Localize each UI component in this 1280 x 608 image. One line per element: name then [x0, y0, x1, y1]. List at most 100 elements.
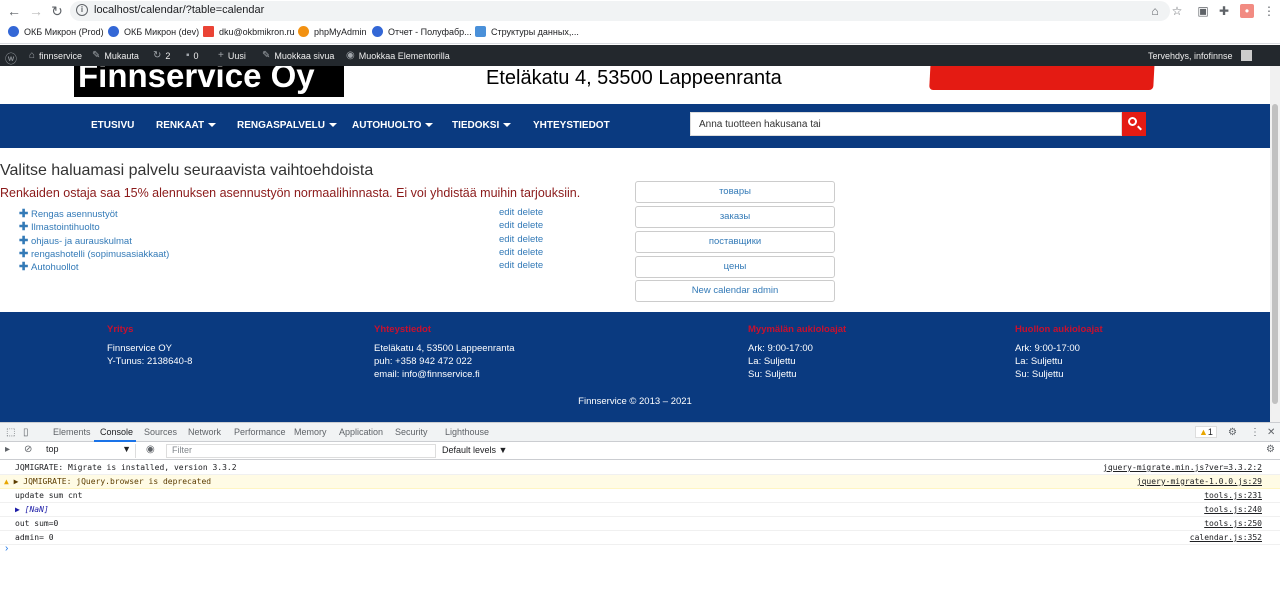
- console-filter-input[interactable]: Filter: [166, 444, 436, 458]
- service-link[interactable]: ✚ Rengas asennustyöt: [19, 207, 118, 220]
- wp-account-menu[interactable]: Tervehdys, infofinnse: [1148, 50, 1252, 61]
- tab-elements[interactable]: Elements: [53, 427, 91, 437]
- sidebar-toggle-icon[interactable]: ▸: [5, 444, 10, 455]
- wp-customize-link[interactable]: ✎ Mukauta: [92, 50, 139, 61]
- source-link[interactable]: tools.js:250: [1204, 517, 1262, 530]
- console-prompt[interactable]: ›: [5, 543, 8, 554]
- close-icon[interactable]: ✕: [1267, 427, 1275, 438]
- star-icon[interactable]: ☆: [1170, 4, 1184, 18]
- forward-icon[interactable]: →: [28, 3, 44, 19]
- delete-link[interactable]: delete: [517, 247, 543, 258]
- log-levels-select[interactable]: Default levels ▼: [442, 445, 507, 455]
- delete-link[interactable]: delete: [517, 234, 543, 245]
- nav-item-etusivu[interactable]: ETUSIVU: [91, 120, 134, 131]
- bookmark-item[interactable]: ОКБ Микрон (dev): [108, 26, 199, 37]
- caret-down-icon: [208, 123, 217, 128]
- footer-heading: Yhteystiedot: [374, 324, 432, 335]
- menu-icon[interactable]: ⋮: [1262, 4, 1276, 18]
- service-link[interactable]: ✚ ohjaus- ja aurauskulmat: [19, 234, 132, 247]
- console-toolbar: ▸ ⊘ top ▼ ◉ Filter Default levels ▼ ⚙: [0, 442, 1280, 460]
- service-link[interactable]: ✚ rengashotelli (sopimusasiakkaat): [19, 247, 169, 260]
- source-link[interactable]: jquery-migrate-1.0.0.js:29: [1137, 475, 1262, 488]
- orders-button[interactable]: заказы: [635, 206, 835, 228]
- reload-icon[interactable]: ↻: [49, 3, 65, 19]
- site-header: Finnservice Oy Eteläkatu 4, 53500 Lappee…: [0, 66, 1270, 104]
- tab-lighthouse[interactable]: Lighthouse: [445, 427, 489, 437]
- inspect-icon[interactable]: ⬚: [6, 427, 15, 438]
- scroll-thumb[interactable]: [1272, 104, 1278, 404]
- tab-memory[interactable]: Memory: [294, 427, 327, 437]
- copyright: Finnservice © 2013 – 2021: [578, 396, 692, 407]
- footer-email-link[interactable]: email: info@finnservice.fi: [374, 369, 480, 380]
- bookmark-item[interactable]: Отчет - Полуфабр...: [372, 26, 472, 37]
- source-link[interactable]: calendar.js:352: [1190, 531, 1262, 544]
- console-message: admin= 0 calendar.js:352: [0, 531, 1280, 545]
- wp-site-link[interactable]: ⌂ finnservice: [29, 50, 82, 61]
- devtools-panel: ⬚ ▯ Elements Console Sources Network Per…: [0, 422, 1280, 608]
- page-scrollbar[interactable]: [1270, 66, 1280, 422]
- tab-application[interactable]: Application: [339, 427, 383, 437]
- eye-icon[interactable]: ◉: [146, 444, 155, 455]
- tab-performance[interactable]: Performance: [234, 427, 286, 437]
- wp-new-link[interactable]: + Uusi: [218, 50, 246, 61]
- source-link[interactable]: tools.js:240: [1204, 503, 1262, 516]
- edit-link[interactable]: edit: [499, 220, 514, 231]
- address-bar[interactable]: i localhost/calendar/?table=calendar: [70, 1, 1170, 21]
- nav-item-yhteystiedot[interactable]: YHTEYSTIEDOT: [533, 120, 610, 131]
- wordpress-logo-icon[interactable]: ⓦ: [5, 50, 17, 67]
- wp-elementor-link[interactable]: ◉ Muokkaa Elementorilla: [346, 50, 450, 61]
- service-link[interactable]: ✚ Autohuollot: [19, 260, 79, 273]
- search-button[interactable]: [1122, 112, 1146, 136]
- bookmark-item[interactable]: phpMyAdmin: [298, 26, 367, 37]
- wp-edit-page-link[interactable]: ✎ Muokkaa sivua: [262, 50, 334, 61]
- wp-updates-link[interactable]: ↻ 2: [153, 50, 170, 61]
- edit-link[interactable]: edit: [499, 234, 514, 245]
- tab-sources[interactable]: Sources: [144, 427, 177, 437]
- nav-item-tiedoksi[interactable]: TIEDOKSI: [452, 120, 512, 131]
- edit-link[interactable]: edit: [499, 207, 514, 218]
- bookmark-item[interactable]: Структуры данных,...: [475, 26, 579, 37]
- warnings-badge[interactable]: ▲1: [1195, 426, 1217, 438]
- nav-item-renkaat[interactable]: RENKAAT: [156, 120, 217, 131]
- tab-network[interactable]: Network: [188, 427, 221, 437]
- context-select[interactable]: top ▼: [42, 444, 136, 458]
- prices-button[interactable]: цены: [635, 256, 835, 278]
- suppliers-button[interactable]: поставщики: [635, 231, 835, 253]
- footer-line: Ark: 9:00-17:00: [1015, 343, 1080, 354]
- extension-icon[interactable]: ▣: [1196, 4, 1210, 18]
- nav-item-autohuolto[interactable]: AUTOHUOLTO: [352, 120, 434, 131]
- nav-item-rengaspalvelu[interactable]: RENGASPALVELU: [237, 120, 337, 131]
- footer-heading: Yritys: [107, 324, 134, 335]
- more-options-icon[interactable]: ⋮: [1250, 427, 1260, 438]
- delete-link[interactable]: delete: [517, 260, 543, 271]
- products-button[interactable]: товары: [635, 181, 835, 203]
- settings-gear-icon[interactable]: ⚙: [1228, 427, 1237, 438]
- new-calendar-admin-button[interactable]: New calendar admin: [635, 280, 835, 302]
- edit-link[interactable]: edit: [499, 247, 514, 258]
- wp-comments-link[interactable]: ▪ 0: [186, 50, 199, 61]
- device-toggle-icon[interactable]: ▯: [23, 427, 29, 438]
- site-search-input[interactable]: Anna tuotteen hakusana tai: [690, 112, 1122, 136]
- url-text[interactable]: localhost/calendar/?table=calendar: [94, 4, 264, 16]
- delete-link[interactable]: delete: [517, 207, 543, 218]
- console-settings-icon[interactable]: ⚙: [1266, 444, 1275, 455]
- tab-security[interactable]: Security: [395, 427, 428, 437]
- service-link[interactable]: ✚ Ilmastointihuolto: [19, 220, 100, 233]
- translate-icon[interactable]: ⌂: [1148, 4, 1162, 18]
- source-link[interactable]: tools.js:231: [1204, 489, 1262, 502]
- back-icon[interactable]: ←: [6, 3, 22, 19]
- main-nav: ETUSIVU RENKAAT RENGASPALVELU AUTOHUOLTO…: [0, 104, 1270, 148]
- site-logo[interactable]: Finnservice Oy: [74, 66, 344, 97]
- clear-console-icon[interactable]: ⊘: [24, 444, 32, 455]
- info-icon[interactable]: i: [76, 4, 88, 16]
- profile-icon[interactable]: •: [1240, 4, 1254, 18]
- delete-link[interactable]: delete: [517, 220, 543, 231]
- tab-console[interactable]: Console: [100, 427, 133, 437]
- console-message: JQMIGRATE: Migrate is installed, version…: [0, 461, 1280, 475]
- puzzle-icon[interactable]: ✚: [1217, 4, 1231, 18]
- source-link[interactable]: jquery-migrate.min.js?ver=3.3.2:2: [1103, 461, 1262, 474]
- bookmark-item[interactable]: dku@okbmikron.ru: [203, 26, 295, 37]
- header-cta-button[interactable]: [929, 66, 1155, 90]
- bookmark-item[interactable]: ОКБ Микрон (Prod): [8, 26, 104, 37]
- edit-link[interactable]: edit: [499, 260, 514, 271]
